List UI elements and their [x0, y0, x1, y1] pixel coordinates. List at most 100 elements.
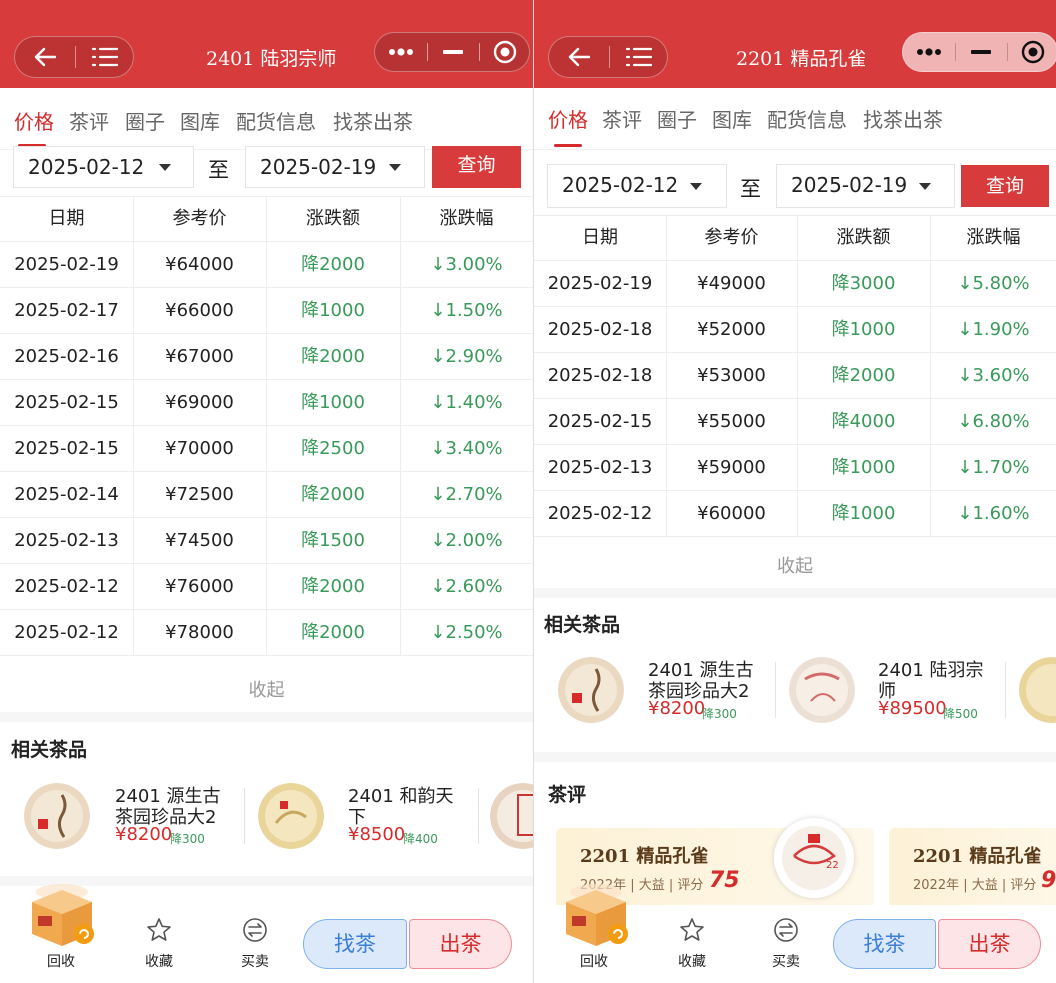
tab-bar: 价格 茶评 圈子 图库 配货信息 找茶出茶: [0, 88, 533, 150]
review-score: 9: [1041, 868, 1056, 893]
nav-pill: [14, 36, 134, 78]
table-cell: 2025-02-18: [547, 365, 653, 386]
favorite-label: 收藏: [145, 954, 173, 970]
query-button[interactable]: 查询: [432, 146, 521, 188]
tea-cake-image[interactable]: [24, 783, 90, 849]
tea-cake-icon: [24, 783, 90, 849]
minimize-button[interactable]: [427, 33, 479, 71]
tea-cake-image[interactable]: [789, 657, 855, 723]
exchange-icon: [243, 918, 267, 942]
date-to-value: 2025-02-19: [791, 173, 908, 197]
recycle-box-icon[interactable]: [26, 880, 98, 952]
table-cell: ↓2.70%: [430, 484, 503, 505]
related-tea-name[interactable]: 2401 和韵天下: [348, 786, 468, 828]
table-cell: ¥55000: [697, 411, 766, 432]
tea-cake-image[interactable]: [1019, 657, 1056, 723]
tea-cake-image[interactable]: [258, 783, 324, 849]
related-tea-price: ¥8200: [648, 698, 706, 719]
column-header: 涨跌幅: [966, 227, 1021, 248]
back-button[interactable]: [15, 37, 75, 77]
collapse-button[interactable]: 收起: [0, 676, 533, 702]
tab-review[interactable]: 茶评: [602, 104, 642, 133]
related-tea-name[interactable]: 2401 源生古茶园珍品大2: [115, 786, 235, 828]
table-cell: ¥67000: [165, 346, 234, 367]
tea-cake-image[interactable]: [490, 783, 533, 849]
table-cell: ¥64000: [165, 254, 234, 275]
table-cell: ↓1.70%: [957, 457, 1030, 478]
related-tea-name[interactable]: 2401 陆羽宗师: [878, 660, 998, 702]
tab-circle[interactable]: 圈子: [125, 106, 165, 135]
tab-find-sell[interactable]: 找茶出茶: [333, 106, 413, 135]
minus-icon: [971, 50, 991, 54]
tab-gallery[interactable]: 图库: [180, 106, 220, 135]
column-header: 涨跌额: [836, 227, 891, 248]
nav-pill: [548, 36, 668, 78]
table-cell: ¥53000: [697, 365, 766, 386]
related-tea-price: ¥8500: [348, 824, 406, 845]
table-cell: 2025-02-15: [547, 411, 653, 432]
minus-icon: [443, 50, 463, 54]
tab-price[interactable]: 价格: [548, 104, 588, 133]
recycle-box-icon[interactable]: [560, 880, 632, 952]
table-cell: ↓2.50%: [430, 622, 503, 643]
back-button[interactable]: [549, 37, 609, 77]
date-from-select[interactable]: 2025-02-12: [13, 146, 194, 188]
tab-review[interactable]: 茶评: [69, 106, 109, 135]
sell-tea-button[interactable]: 出茶: [409, 919, 512, 969]
table-cell: ¥74500: [165, 530, 234, 551]
table-cell: 2025-02-15: [14, 438, 119, 459]
tab-price[interactable]: 价格: [14, 106, 54, 135]
related-tea-name[interactable]: 2401 源生古茶园珍品大2: [648, 660, 768, 702]
tea-cake-icon: [258, 783, 324, 849]
review-card[interactable]: 2201 精品孔雀 2022年 | 大益 | 评分 9: [889, 828, 1056, 912]
minimize-button[interactable]: [955, 33, 1007, 71]
header-bar: 2201 精品孔雀: [534, 0, 1056, 88]
table-cell: 2025-02-13: [547, 457, 653, 478]
table-cell: ¥66000: [165, 300, 234, 321]
tab-bar: 价格 茶评 圈子 图库 配货信息 找茶出茶: [534, 88, 1056, 150]
tea-cake-icon: [490, 783, 533, 849]
table-row: 2025-02-15 ¥55000 降4000 ↓6.80%: [534, 399, 1056, 445]
table-cell: ↓1.50%: [430, 300, 503, 321]
tab-circle[interactable]: 圈子: [657, 104, 697, 133]
close-button[interactable]: [1007, 33, 1056, 71]
table-cell: 2025-02-12: [547, 503, 653, 524]
date-to-select[interactable]: 2025-02-19: [245, 146, 425, 188]
list-icon: [92, 47, 118, 67]
review-tea-name: 2201 精品孔雀: [913, 846, 1042, 867]
trade-label: 买卖: [772, 954, 800, 970]
tab-distribution[interactable]: 配货信息: [236, 106, 316, 135]
table-cell: 降2000: [831, 365, 896, 386]
date-from-select[interactable]: 2025-02-12: [547, 164, 727, 208]
table-cell: ↓3.60%: [957, 365, 1030, 386]
close-button[interactable]: [479, 33, 531, 71]
table-cell: 降2000: [301, 346, 365, 367]
find-tea-button[interactable]: 找茶: [303, 919, 407, 969]
table-cell: 2025-02-15: [14, 392, 119, 413]
more-button[interactable]: [375, 33, 427, 71]
date-to-select[interactable]: 2025-02-19: [776, 164, 955, 208]
menu-button[interactable]: [610, 37, 668, 77]
right-phone-screen: 2201 精品孔雀 价格 茶评 圈子 图库 配货信息 找茶出茶 2025-02-…: [533, 0, 1056, 983]
query-button[interactable]: 查询: [961, 165, 1049, 207]
collapse-button[interactable]: 收起: [534, 552, 1056, 578]
back-arrow-icon: [568, 47, 590, 67]
tab-distribution[interactable]: 配货信息: [767, 104, 847, 133]
table-cell: ↓3.40%: [430, 438, 503, 459]
tab-gallery[interactable]: 图库: [712, 104, 752, 133]
table-row: 2025-02-19 ¥49000 降3000 ↓5.80%: [534, 261, 1056, 307]
table-row: 2025-02-12 ¥60000 降1000 ↓1.60%: [534, 491, 1056, 537]
table-cell: 降2000: [301, 622, 365, 643]
mini-program-capsule: [374, 32, 530, 72]
recycle-label: 回收: [47, 954, 75, 970]
table-cell: 2025-02-19: [14, 254, 119, 275]
menu-button[interactable]: [76, 37, 134, 77]
tea-cake-image[interactable]: [558, 657, 624, 723]
tea-cake-image: 22: [774, 818, 854, 898]
target-close-icon: [1021, 40, 1045, 64]
tab-find-sell[interactable]: 找茶出茶: [863, 104, 943, 133]
more-button[interactable]: [903, 33, 955, 71]
table-row: 2025-02-18 ¥52000 降1000 ↓1.90%: [534, 307, 1056, 353]
find-tea-button[interactable]: 找茶: [833, 919, 936, 969]
sell-tea-button[interactable]: 出茶: [938, 919, 1041, 969]
